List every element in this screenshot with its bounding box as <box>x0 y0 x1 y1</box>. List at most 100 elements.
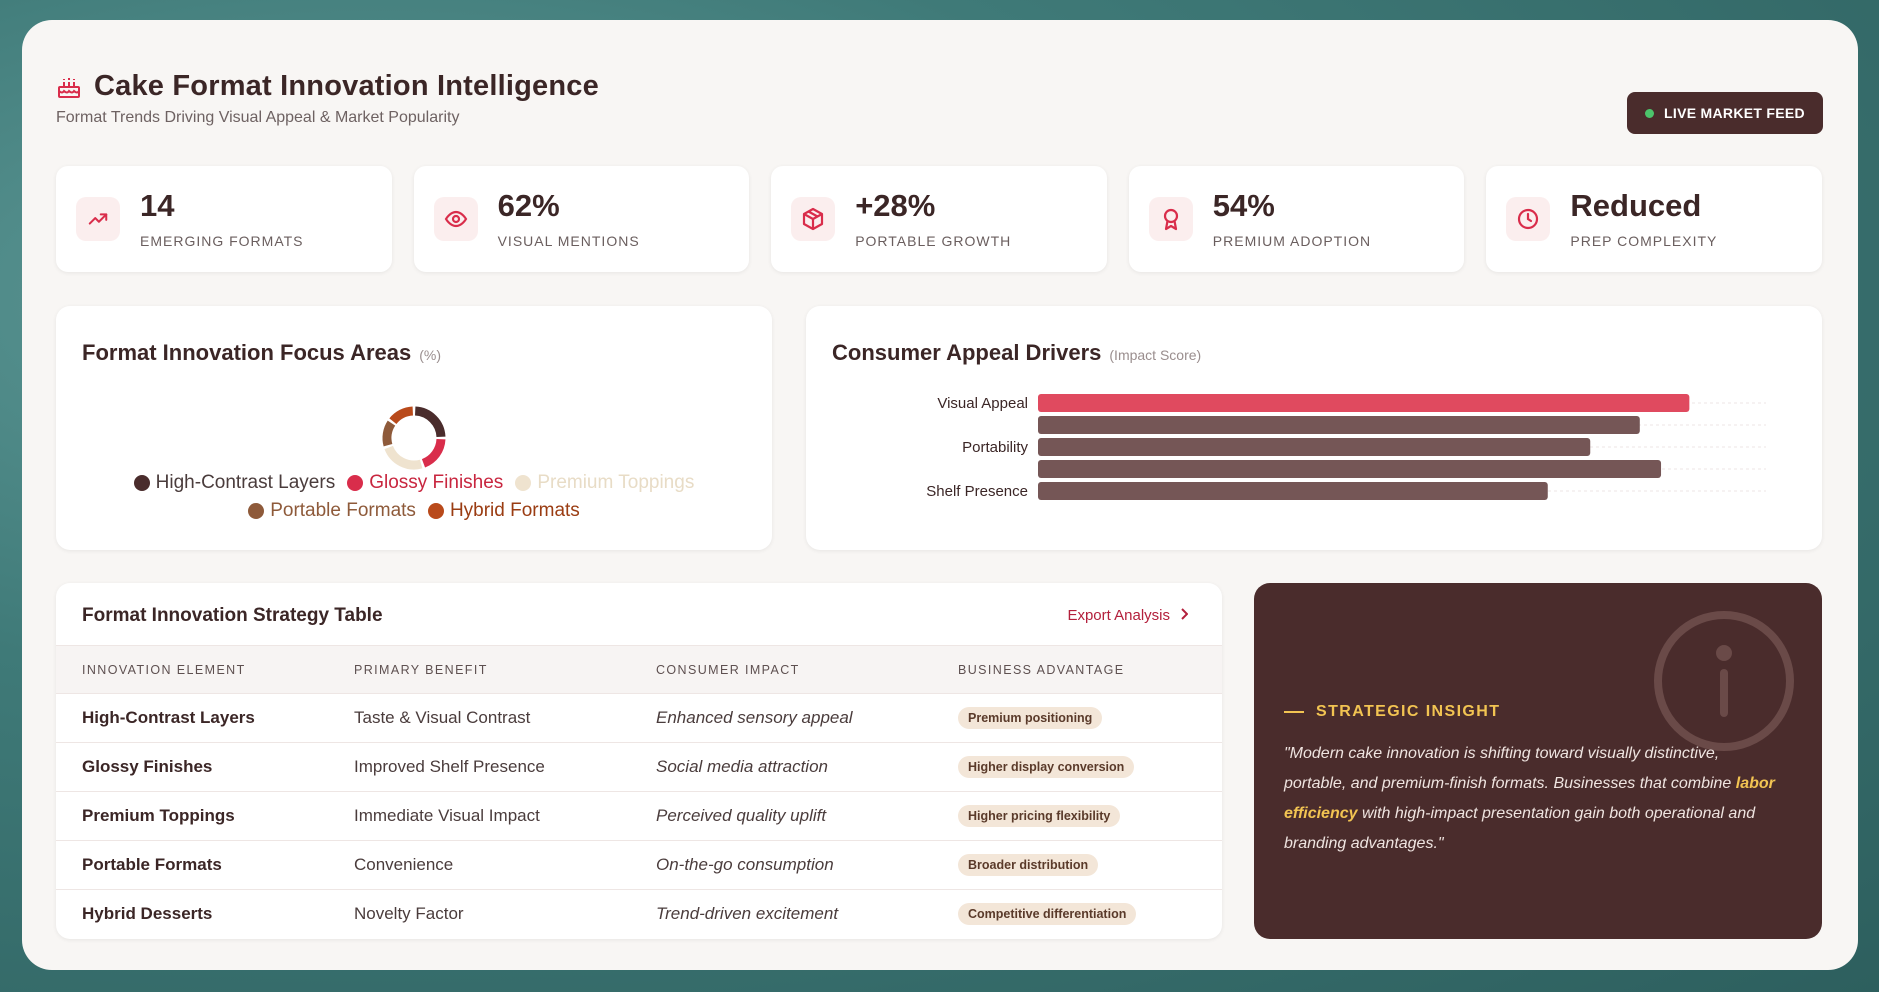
focus-areas-panel: Format Innovation Focus Areas (%) High-Co… <box>56 306 772 550</box>
donut-slice-portable-formats[interactable] <box>382 420 396 447</box>
table-row: Hybrid Desserts Novelty Factor Trend-dri… <box>56 890 1222 939</box>
legend-item[interactable]: High-Contrast Layers <box>133 472 336 494</box>
donut-slice-hybrid-formats[interactable] <box>389 406 414 425</box>
legend-item[interactable]: Hybrid Formats <box>427 500 580 522</box>
export-analysis-label: Export Analysis <box>1067 607 1170 624</box>
eye-icon <box>433 197 478 241</box>
table-row: Portable Formats Convenience On-the-go c… <box>56 840 1222 890</box>
bar-category-label: Portability <box>962 439 1028 456</box>
appeal-drivers-panel: Consumer Appeal Drivers (Impact Score) Vi… <box>806 306 1822 550</box>
strategic-insight-card: STRATEGIC INSIGHT "Modern cake innovatio… <box>1254 583 1822 939</box>
award-icon <box>1148 197 1193 241</box>
live-market-feed-button[interactable]: LIVE MARKET FEED <box>1627 92 1823 134</box>
kpi-card-portable-growth: +28% PORTABLE GROWTH <box>771 166 1107 272</box>
kpi-label: PORTABLE GROWTH <box>855 232 1012 249</box>
chevron-right-icon <box>1180 607 1189 624</box>
table-cell: Premium positioning <box>932 693 1222 743</box>
column-header: BUSINESS ADVANTAGE <box>932 645 1222 694</box>
bar-0[interactable] <box>1038 394 1690 412</box>
table-cell: Competitive differentiation <box>932 890 1222 939</box>
appeal-drivers-title-text: Consumer Appeal Drivers <box>832 340 1102 365</box>
trending-up-icon <box>76 197 120 241</box>
table-row: Glossy Finishes Improved Shelf Presence … <box>56 742 1222 792</box>
bar-4[interactable] <box>1038 482 1548 500</box>
header: Cake Format Innovation Intelligence Form… <box>56 70 599 127</box>
table-cell: High-Contrast Layers <box>56 693 328 743</box>
table-cell: Higher display conversion <box>932 742 1222 792</box>
legend-swatch <box>515 475 532 491</box>
box-icon <box>791 197 836 241</box>
bar-2[interactable] <box>1038 438 1591 456</box>
kpi-card-emerging-formats: 14 EMERGING FORMATS <box>56 166 392 272</box>
kpi-value: +28% <box>855 187 936 223</box>
bar-1[interactable] <box>1038 416 1640 434</box>
insight-text-before: "Modern cake innovation is shifting towa… <box>1284 745 1736 792</box>
legend-swatch <box>248 503 265 519</box>
advantage-badge: Broader distribution <box>958 854 1099 876</box>
advantage-badge: Competitive differentiation <box>958 903 1137 926</box>
column-header: INNOVATION ELEMENT <box>56 645 328 694</box>
page-title: Cake Format Innovation Intelligence <box>94 70 599 102</box>
insight-quote: "Modern cake innovation is shifting towa… <box>1284 739 1784 859</box>
table-cell: Improved Shelf Presence <box>328 742 630 792</box>
table-cell: Convenience <box>328 840 630 890</box>
table-cell: Perceived quality uplift <box>630 791 932 841</box>
legend-row: High-Contrast Layers Glossy Finishes Premi… <box>56 472 772 494</box>
table-cell: Trend-driven excitement <box>656 904 839 924</box>
clock-icon <box>1506 197 1551 241</box>
live-status-dot <box>1645 108 1655 118</box>
donut-slice-premium-toppings[interactable] <box>384 445 423 470</box>
bar-chart: Visual Appeal Portability Shelf Presence <box>926 394 1766 500</box>
legend-label: Premium Toppings <box>537 472 695 493</box>
bar-3[interactable] <box>1038 460 1662 478</box>
kpi-label: PREP COMPLEXITY <box>1570 232 1718 249</box>
strategy-table: INNOVATION ELEMENT PRIMARY BENEFIT CONSU… <box>56 645 1222 939</box>
kpi-card-premium-adoption: 54% PREMIUM ADOPTION <box>1128 166 1465 272</box>
advantage-badge: Premium positioning <box>958 707 1103 729</box>
table-cell: Portable Formats <box>56 840 328 890</box>
legend-item[interactable]: Glossy Finishes <box>347 472 503 494</box>
donut-slice-high-contrast-layers[interactable] <box>414 406 446 438</box>
legend-label: Portable Formats <box>270 500 416 521</box>
legend-label: High-Contrast Layers <box>155 472 336 493</box>
legend-row: Portable Formats Hybrid Formats <box>56 500 772 522</box>
column-header: CONSUMER IMPACT <box>630 645 932 694</box>
appeal-drivers-title: Consumer Appeal Drivers (Impact Score) <box>832 340 1201 366</box>
appeal-drivers-unit: (Impact Score) <box>1109 347 1202 363</box>
export-analysis-link[interactable]: Export Analysis <box>1067 607 1189 624</box>
legend-label: Hybrid Formats <box>449 500 580 521</box>
kpi-card-prep-complexity: Reduced PREP COMPLEXITY <box>1486 166 1822 272</box>
table-row: Premium Toppings Immediate Visual Impact… <box>56 791 1222 841</box>
kpi-label: VISUAL MENTIONS <box>497 232 640 249</box>
page-subtitle: Format Trends Driving Visual Appeal & Ma… <box>56 109 460 126</box>
donut-slice-glossy-finishes[interactable] <box>421 438 446 468</box>
donut-legend: High-Contrast Layers Glossy Finishes Premi… <box>56 472 772 522</box>
table-cell: Premium Toppings <box>56 791 328 841</box>
kpi-row: 14 EMERGING FORMATS 62% VISUAL MENTIONS … <box>56 166 1822 272</box>
focus-areas-unit: (%) <box>419 347 442 363</box>
title-row: Cake Format Innovation Intelligence <box>56 70 599 103</box>
insight-heading: STRATEGIC INSIGHT <box>1284 703 1500 721</box>
cake-icon <box>56 74 82 100</box>
legend-swatch <box>427 503 444 519</box>
kpi-value: Reduced <box>1570 187 1702 223</box>
legend-item[interactable]: Premium Toppings <box>515 472 694 494</box>
table-cell: Immediate Visual Impact <box>328 791 630 841</box>
legend-item[interactable]: Portable Formats <box>248 500 416 522</box>
bar-category-label: Shelf Presence <box>926 483 1028 500</box>
insight-heading-line <box>1284 711 1304 713</box>
table-cell: On-the-go consumption <box>630 840 932 890</box>
legend-swatch <box>133 475 150 491</box>
kpi-card-visual-mentions: 62% VISUAL MENTIONS <box>413 166 750 272</box>
advantage-badge: Higher pricing flexibility <box>958 805 1121 827</box>
table-cell: Taste & Visual Contrast <box>328 693 630 743</box>
kpi-label: PREMIUM ADOPTION <box>1212 232 1372 249</box>
kpi-value: 62% <box>497 187 560 223</box>
table-cell: Enhanced sensory appeal <box>630 693 932 743</box>
kpi-value: 14 <box>140 187 175 223</box>
info-icon <box>1652 609 1796 758</box>
table-cell: Broader distribution <box>932 840 1222 890</box>
strategy-table-panel: Format Innovation Strategy Table Export … <box>56 583 1222 939</box>
insight-heading-text: STRATEGIC INSIGHT <box>1316 703 1501 720</box>
column-header: PRIMARY BENEFIT <box>328 645 630 694</box>
